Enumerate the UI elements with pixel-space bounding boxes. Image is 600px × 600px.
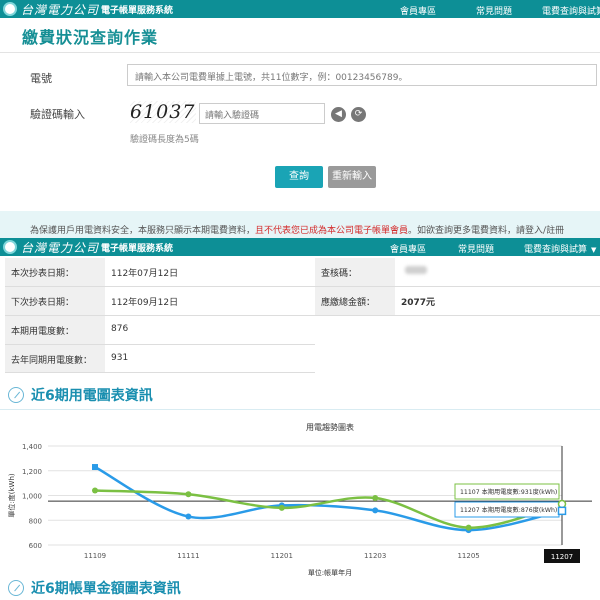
tooltip-text: 11107 本期用電度數:931度(kWh): [460, 488, 557, 496]
x-tick-label: 11109: [84, 552, 106, 560]
main-nav-2: 會員專區 常見問題 電費查詢與試算▼ 關: [390, 242, 600, 255]
nav-bill-query[interactable]: 電費查詢與試算▼: [524, 242, 596, 255]
query-button[interactable]: 查詢: [275, 166, 323, 188]
edit-icon: [8, 580, 24, 596]
x-tick-label: 11111: [177, 552, 199, 560]
crosshair-label: 11207: [551, 553, 573, 561]
bill-info-table: 本次抄表日期： 112年07月12日 查核碼： 下次抄表日期： 112年09月1…: [5, 258, 600, 373]
data-point: [372, 494, 379, 501]
logo-subtitle: 電子帳單服務系統: [101, 5, 174, 16]
table-header-cell: 去年同期用電度數：: [5, 345, 105, 373]
nav-faq[interactable]: 常見問題: [458, 242, 494, 255]
notice-warning: 且不代表您已成為本公司電子帳單會員: [255, 226, 409, 236]
phone-label: 電號: [30, 72, 52, 85]
y-tick-label: 800: [29, 517, 42, 525]
table-cell: 112年09月12日: [105, 287, 315, 316]
x-tick-label: 11201: [271, 552, 293, 560]
table-header-cell: 下次抄表日期：: [5, 287, 105, 316]
total-amount-cell: 2077元: [395, 287, 600, 316]
captcha-image: 61037: [130, 101, 196, 123]
nav-faq[interactable]: 常見問題: [476, 4, 512, 17]
y-tick-label: 1,200: [22, 468, 42, 476]
nav-bill-query[interactable]: 電費查詢與試算▼: [542, 4, 600, 17]
tooltip-text: 11207 本期用電度數:876度(kWh): [460, 506, 557, 514]
table-header-cell: 查核碼：: [315, 258, 395, 287]
phone-number-input[interactable]: 請輸入本公司電費單據上電號，共11位數字，例：00123456789。: [127, 64, 597, 86]
table-header-cell: 本期用電度數：: [5, 316, 105, 345]
logo-icon: [3, 2, 17, 16]
x-tick-label: 11203: [364, 552, 386, 560]
data-point: [278, 504, 285, 511]
captcha-input[interactable]: 請輸入驗證碼: [199, 103, 325, 124]
section-title-text: 近6期帳單金額圖表資訊: [31, 581, 181, 597]
captcha-hint: 驗證碼長度為5碼: [130, 135, 199, 145]
data-point: [372, 507, 379, 514]
chart-title: 用電趨勢圖表: [306, 422, 354, 432]
usage-trend-chart: 用電趨勢圖表 600 800 1,000 1,200 1,400 單位:度(kWh) 1110…: [7, 422, 592, 577]
taipower-logo-2[interactable]: 台灣電力公司 電子帳單服務系統: [0, 239, 173, 256]
notice-text-tail: 。如欲查詢更多電費資料，請登入/註冊: [408, 226, 565, 236]
speaker-icon[interactable]: ◀: [331, 107, 346, 122]
data-point: [465, 524, 472, 531]
reset-button[interactable]: 重新輸入: [328, 166, 376, 188]
logo-name: 台灣電力公司: [21, 2, 100, 17]
table-cell: 931: [105, 345, 315, 373]
captcha-label: 驗證碼輸入: [30, 108, 85, 121]
data-point: [92, 487, 98, 494]
data-point: [185, 513, 192, 520]
x-tick-label: 11205: [457, 552, 479, 560]
y-axis-label: 單位:度(kWh): [7, 473, 16, 518]
usage-section-title: 近6期用電圖表資訊: [8, 385, 153, 405]
top-header: 台灣電力公司 電子帳單服務系統 會員專區 常見問題 電費查詢與試算▼: [0, 0, 600, 18]
divider: [0, 409, 600, 410]
table-header-cell: 應繳總金額：: [315, 287, 395, 316]
notice-banner: 為保護用戶用電資料安全，本服務只顯示本期電費資料，且不代表您已成為本公司電子帳單…: [0, 211, 600, 239]
highlight-point: [557, 506, 567, 516]
check-code-cell: [395, 258, 600, 287]
top-header-2: 台灣電力公司 電子帳單服務系統 會員專區 常見問題 電費查詢與試算▼ 關: [0, 238, 600, 256]
notice-text: 為保護用戶用電資料安全，本服務只顯示本期電費資料，: [30, 226, 256, 236]
table-cell: 876: [105, 316, 315, 345]
y-tick-label: 1,400: [22, 443, 42, 451]
data-point: [92, 464, 98, 471]
table-cell: 112年07月12日: [105, 258, 315, 287]
logo-name: 台灣電力公司: [21, 240, 100, 255]
nav-member[interactable]: 會員專區: [390, 242, 426, 255]
logo-subtitle: 電子帳單服務系統: [101, 243, 174, 254]
logo-icon: [3, 240, 17, 254]
nav-member[interactable]: 會員專區: [400, 4, 436, 17]
refresh-icon[interactable]: ⟳: [351, 107, 366, 122]
y-tick-label: 1,000: [22, 493, 42, 501]
data-point: [185, 491, 192, 498]
table-header-cell: 本次抄表日期：: [5, 258, 105, 287]
main-nav: 會員專區 常見問題 電費查詢與試算▼: [400, 4, 600, 17]
section-title-text: 近6期用電圖表資訊: [31, 388, 153, 404]
y-tick-label: 600: [29, 542, 42, 550]
edit-icon: [8, 387, 24, 403]
chevron-down-icon: ▼: [591, 246, 597, 254]
x-axis-label: 單位:帳單年月: [308, 568, 352, 577]
redacted-value: [405, 266, 427, 274]
highlight-point: [557, 499, 567, 509]
page-title: 繳費狀況查詢作業: [22, 28, 159, 47]
divider: [0, 52, 600, 53]
taipower-logo[interactable]: 台灣電力公司 電子帳單服務系統: [0, 1, 173, 18]
amount-section-title: 近6期帳單金額圖表資訊: [8, 578, 181, 598]
